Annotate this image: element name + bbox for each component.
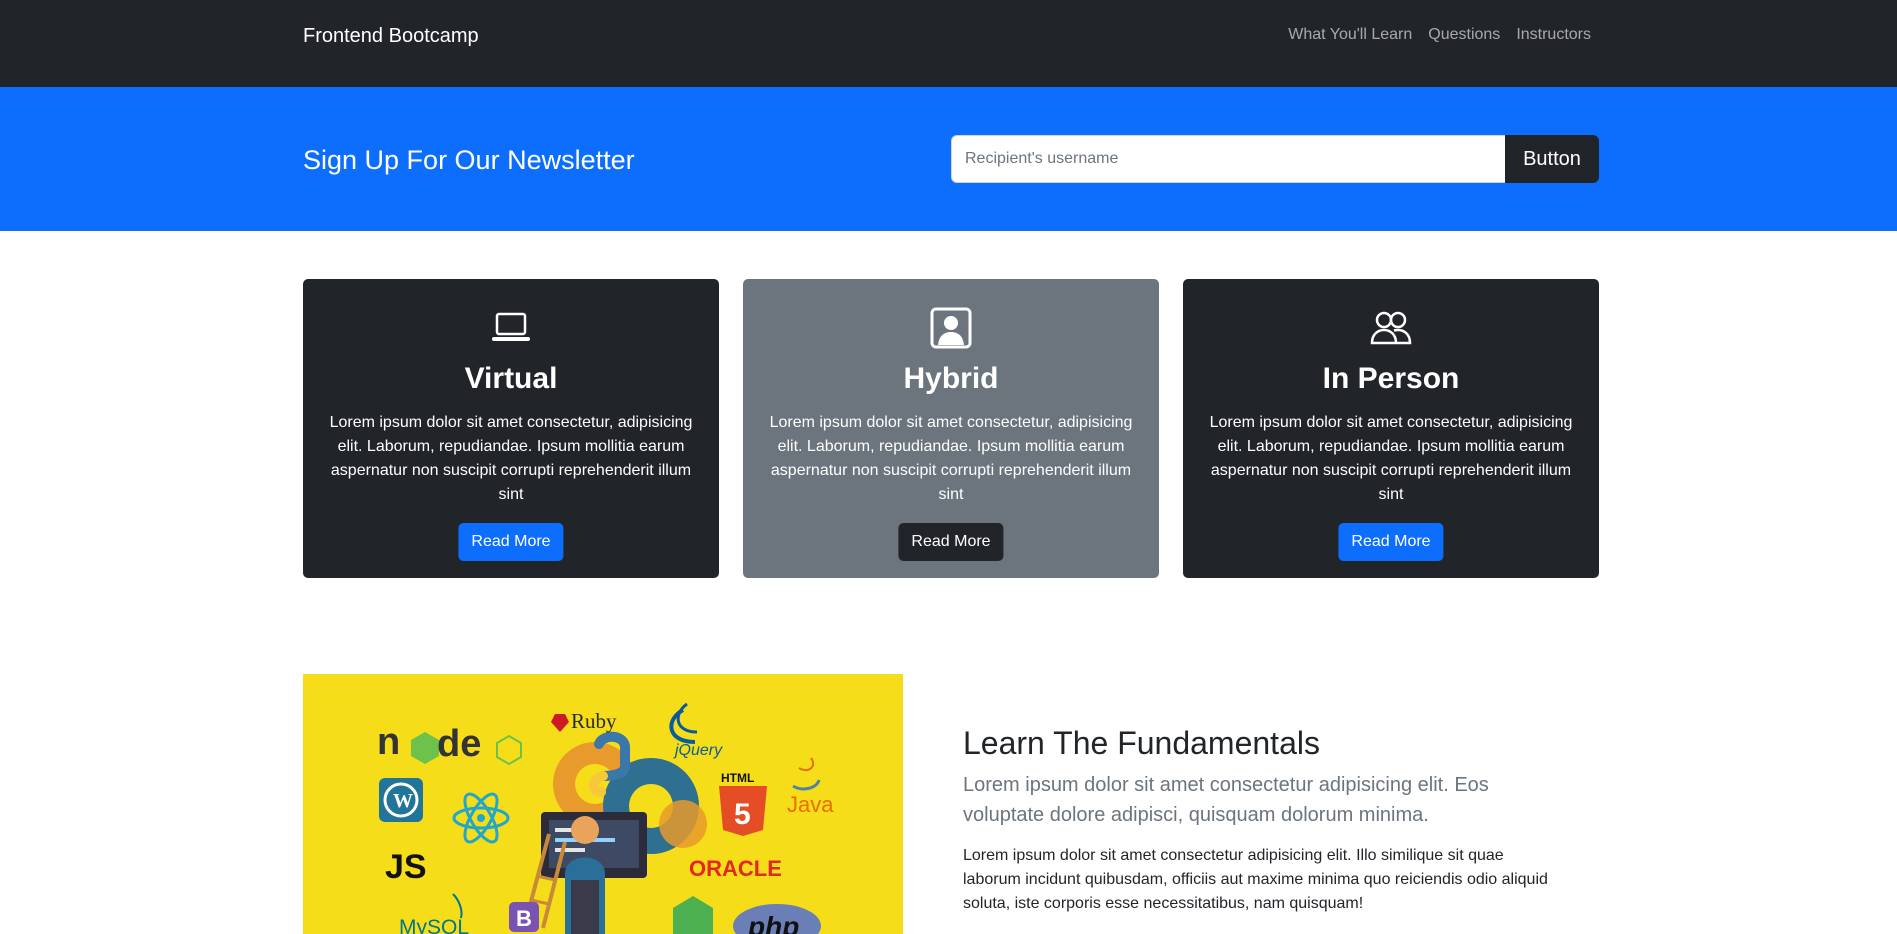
navbar: Frontend Bootcamp What You'll Learn Ques…: [0, 0, 1897, 87]
svg-text:n: n: [377, 721, 400, 763]
svg-text:jQuery: jQuery: [673, 742, 723, 759]
svg-text:W: W: [393, 790, 413, 812]
fundamentals-lead: Lorem ipsum dolor sit amet consectetur a…: [963, 774, 1489, 826]
tech-logos-illustration: n de Ruby jQuery W HTML 5 Java JS ORACLE…: [377, 702, 834, 934]
card-title: Hybrid: [903, 362, 999, 395]
svg-text:de: de: [437, 723, 481, 765]
svg-text:5: 5: [734, 798, 751, 831]
svg-text:ORACLE: ORACLE: [689, 856, 782, 881]
svg-text:php: php: [747, 911, 799, 934]
svg-text:MySQL: MySQL: [399, 916, 469, 934]
fundamentals-illustration: n de Ruby jQuery W HTML 5 Java JS ORACLE…: [303, 674, 903, 934]
card-title: In Person: [1322, 362, 1460, 395]
svg-text:JS: JS: [385, 848, 427, 886]
newsletter-title: Sign Up For Our Newsletter: [303, 145, 635, 175]
nav-link-questions[interactable]: Questions: [1428, 25, 1500, 45]
newsletter-section: Sign Up For Our Newsletter Button: [0, 87, 1897, 231]
svg-text:B: B: [516, 906, 532, 931]
read-more-button[interactable]: Read More: [1338, 523, 1444, 561]
svg-text:Java: Java: [787, 792, 834, 817]
laptop-icon: [489, 306, 533, 350]
svg-text:Ruby: Ruby: [571, 709, 617, 733]
people-icon: [1369, 306, 1413, 350]
card-text: Lorem ipsum dolor sit amet consectetur, …: [329, 414, 693, 503]
card-virtual: Virtual Lorem ipsum dolor sit amet conse…: [303, 279, 719, 578]
newsletter-email-input[interactable]: [951, 135, 1505, 183]
card-text: Lorem ipsum dolor sit amet consectetur, …: [769, 414, 1133, 503]
navbar-brand[interactable]: Frontend Bootcamp: [303, 24, 479, 48]
person-square-icon: [929, 306, 973, 350]
read-more-button[interactable]: Read More: [458, 523, 564, 561]
svg-text:HTML: HTML: [721, 771, 754, 785]
card-hybrid: Hybrid Lorem ipsum dolor sit amet consec…: [743, 279, 1159, 578]
nav-link-what-youll-learn[interactable]: What You'll Learn: [1288, 25, 1412, 45]
nav-links: What You'll Learn Questions Instructors: [1288, 25, 1591, 45]
fundamentals-title: Learn The Fundamentals: [963, 725, 1320, 761]
card-in-person: In Person Lorem ipsum dolor sit amet con…: [1183, 279, 1599, 578]
read-more-button[interactable]: Read More: [898, 523, 1004, 561]
card-text: Lorem ipsum dolor sit amet consectetur, …: [1209, 414, 1573, 503]
card-title: Virtual: [464, 362, 558, 395]
nav-link-instructors[interactable]: Instructors: [1516, 25, 1591, 45]
newsletter-submit-button[interactable]: Button: [1505, 135, 1599, 183]
fundamentals-text: Lorem ipsum dolor sit amet consectetur a…: [963, 847, 1548, 912]
